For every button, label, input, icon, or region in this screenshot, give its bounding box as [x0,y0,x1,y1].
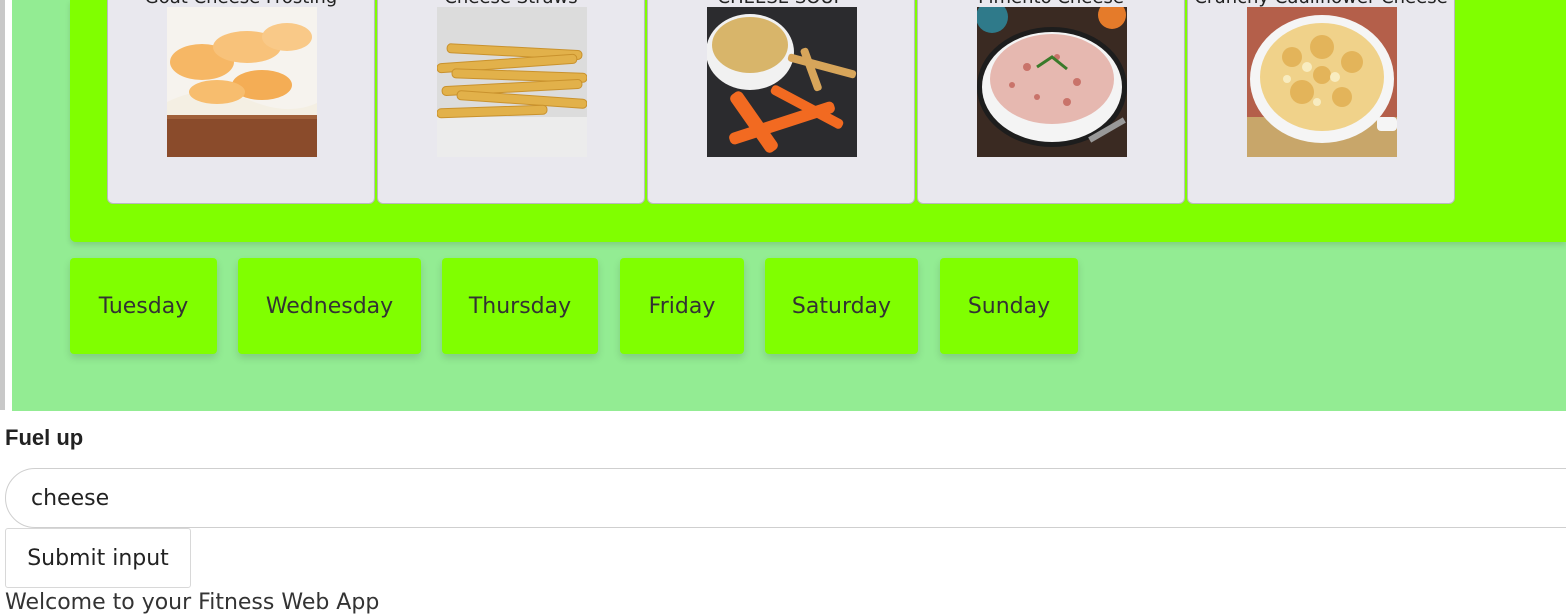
left-border [0,0,5,410]
recipe-card[interactable]: Cheese Straws [377,0,645,204]
recipe-image[interactable] [1247,7,1397,157]
recipe-image[interactable] [707,7,857,157]
footer-welcome-text: Welcome to your Fitness Web App [5,590,380,615]
recipe-image[interactable] [167,7,317,157]
day-button-wednesday[interactable]: Wednesday [238,258,421,354]
recipe-card[interactable]: CHEESE SOUP [647,0,915,204]
recipe-image[interactable] [437,7,587,157]
recipe-card[interactable]: Crunchy Cauliflower Cheese [1187,0,1455,204]
day-button-friday[interactable]: Friday [620,258,744,354]
fuel-up-label: Fuel up [5,425,84,450]
recipe-card[interactable]: Goat Cheese Frosting [107,0,375,204]
recipe-card[interactable]: Pimento Cheese [917,0,1185,204]
day-button-saturday[interactable]: Saturday [765,258,918,354]
day-button-sunday[interactable]: Sunday [940,258,1078,354]
fuel-up-input[interactable] [5,468,1566,528]
day-button-thursday[interactable]: Thursday [442,258,598,354]
recipe-image[interactable] [977,7,1127,157]
submit-input-button[interactable]: Submit input [5,528,191,588]
day-button-tuesday[interactable]: Tuesday [70,258,217,354]
recipe-results-area: Goat Cheese Frosting Cheese Straws [70,0,1566,242]
